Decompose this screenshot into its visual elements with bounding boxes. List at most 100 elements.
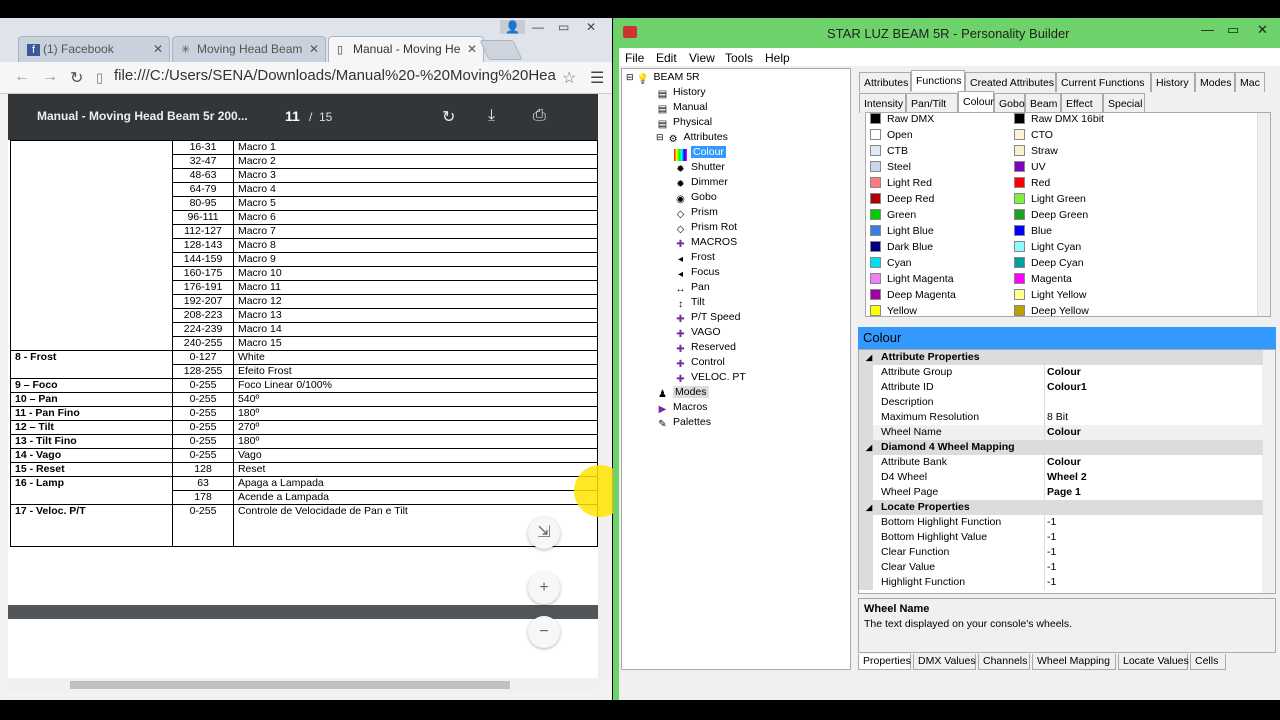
tab-functions[interactable]: Functions: [911, 70, 965, 91]
grid-scrollbar[interactable]: [1262, 350, 1275, 593]
property-value[interactable]: -1: [1047, 560, 1056, 575]
tab-attributes[interactable]: Attributes: [859, 72, 911, 92]
collapse-icon[interactable]: ◢: [866, 350, 872, 365]
tab-moving-head[interactable]: ✳ Moving Head Beam ✕: [172, 36, 326, 62]
tree-node-macros[interactable]: ▶ Macros: [656, 400, 708, 415]
tab-effect[interactable]: Effect: [1061, 93, 1103, 113]
reload-icon[interactable]: ↻: [70, 68, 83, 88]
tree-node-pan[interactable]: ↔ Pan: [674, 280, 710, 295]
tab-beam[interactable]: Beam: [1025, 93, 1061, 113]
tree-node-shutter[interactable]: ✹ Shutter: [674, 160, 725, 175]
maximize-icon[interactable]: ▭: [558, 20, 569, 34]
tree-node-focus[interactable]: ◂ Focus: [674, 265, 720, 280]
colour-item-raw-dmx-16bit[interactable]: Raw DMX 16bit: [1014, 113, 1104, 127]
tab-manual[interactable]: ▯ Manual - Moving He ✕: [328, 36, 484, 62]
tab-gobo[interactable]: Gobo: [994, 93, 1025, 113]
tree-node-veloc-pt[interactable]: ✚ VELOC. PT: [674, 370, 746, 385]
page-number-input[interactable]: 11: [285, 108, 300, 124]
property-row[interactable]: Bottom Highlight Function -1: [859, 515, 1263, 530]
colour-item-cyan[interactable]: Cyan: [870, 255, 912, 271]
tab-history[interactable]: History: [1151, 72, 1195, 92]
property-row[interactable]: Description: [859, 395, 1263, 410]
tree-node-physical[interactable]: ▤ Physical: [656, 115, 712, 130]
colour-item-deep-red[interactable]: Deep Red: [870, 191, 934, 207]
colour-item-magenta[interactable]: Magenta: [1014, 271, 1072, 287]
colour-item-red[interactable]: Red: [1014, 175, 1050, 191]
colour-item-light-green[interactable]: Light Green: [1014, 191, 1086, 207]
tree-node-colour[interactable]: ▦Colour: [674, 145, 726, 161]
minimize-icon[interactable]: —: [532, 20, 544, 34]
close-window-icon[interactable]: ✕: [586, 20, 596, 34]
tree-node-reserved[interactable]: ✚ Reserved: [674, 340, 736, 355]
expander-icon[interactable]: ⊟: [656, 132, 664, 142]
tab-cells[interactable]: Cells: [1190, 654, 1226, 670]
tree-node-frost[interactable]: ◂ Frost: [674, 250, 715, 265]
forward-icon[interactable]: →: [42, 68, 58, 86]
tab-current-functions[interactable]: Current Functions: [1056, 72, 1151, 92]
collapse-icon[interactable]: ◢: [866, 440, 872, 455]
tree-node-vago[interactable]: ✚ VAGO: [674, 325, 720, 340]
colour-item-light-red[interactable]: Light Red: [870, 175, 932, 191]
property-value[interactable]: 8 Bit: [1047, 410, 1068, 425]
minimize-icon[interactable]: —: [1201, 22, 1214, 37]
tab-mac[interactable]: Mac: [1235, 72, 1265, 92]
user-icon[interactable]: 👤: [500, 20, 525, 34]
colour-item-yellow[interactable]: Yellow: [870, 303, 917, 316]
property-value[interactable]: Colour1: [1047, 380, 1087, 395]
colour-item-ctb[interactable]: CTB: [870, 143, 908, 159]
property-value[interactable]: -1: [1047, 545, 1056, 560]
tab-pan-tilt[interactable]: Pan/Tilt: [906, 93, 958, 113]
zoom-out-button[interactable]: −: [528, 616, 560, 648]
menu-tools[interactable]: Tools: [725, 51, 753, 65]
property-row[interactable]: Attribute Bank Colour: [859, 455, 1263, 470]
download-icon[interactable]: ⤓: [488, 107, 495, 125]
tree-node-macros[interactable]: ✚ MACROS: [674, 235, 737, 250]
property-row[interactable]: Clear Function -1: [859, 545, 1263, 560]
tab-facebook[interactable]: f (1) Facebook ✕: [18, 36, 170, 62]
tree-node-prism-rot[interactable]: ◇ Prism Rot: [674, 220, 737, 235]
rotate-icon[interactable]: ↻: [442, 107, 455, 127]
tab-created-attributes[interactable]: Created Attributes: [965, 72, 1056, 92]
tree-node-manual[interactable]: ▤ Manual: [656, 100, 708, 115]
address-bar[interactable]: file:///C:/Users/SENA/Downloads/Manual%2…: [114, 67, 584, 89]
close-icon[interactable]: ✕: [467, 42, 477, 56]
colour-item-green[interactable]: Green: [870, 207, 916, 223]
colour-item-cto[interactable]: CTO: [1014, 127, 1053, 143]
property-category[interactable]: ◢ Diamond 4 Wheel Mapping: [859, 440, 1263, 455]
tab-special[interactable]: Special: [1103, 93, 1145, 113]
property-value[interactable]: Colour: [1047, 425, 1081, 440]
menu-icon[interactable]: ☰: [590, 68, 604, 88]
tab-modes[interactable]: Modes: [1195, 72, 1235, 92]
list-scrollbar[interactable]: [1257, 113, 1270, 316]
property-category[interactable]: ◢ Locate Properties: [859, 500, 1263, 515]
property-value[interactable]: Page 1: [1047, 485, 1081, 500]
property-row[interactable]: Wheel Page Page 1: [859, 485, 1263, 500]
property-row[interactable]: Bottom Highlight Value -1: [859, 530, 1263, 545]
tree-node-dimmer[interactable]: ✹ Dimmer: [674, 175, 727, 190]
property-value[interactable]: Colour: [1047, 365, 1081, 380]
tree-node-control[interactable]: ✚ Control: [674, 355, 725, 370]
property-row[interactable]: Attribute Group Colour: [859, 365, 1263, 380]
property-row[interactable]: D4 Wheel Wheel 2: [859, 470, 1263, 485]
colour-item-blue[interactable]: Blue: [1014, 223, 1052, 239]
menu-file[interactable]: File: [625, 51, 644, 65]
tree-node-palettes[interactable]: ✎ Palettes: [656, 415, 711, 430]
property-value[interactable]: Wheel 2: [1047, 470, 1087, 485]
scroll-thumb[interactable]: [70, 681, 510, 689]
tab-intensity[interactable]: Intensity: [859, 93, 906, 113]
colour-item-open[interactable]: Open: [870, 127, 913, 143]
colour-item-straw[interactable]: Straw: [1014, 143, 1058, 159]
property-value[interactable]: -1: [1047, 515, 1056, 530]
property-row[interactable]: Attribute ID Colour1: [859, 380, 1263, 395]
vertical-scrollbar[interactable]: [598, 94, 612, 678]
colour-item-light-magenta[interactable]: Light Magenta: [870, 271, 954, 287]
property-category[interactable]: ◢ Attribute Properties: [859, 350, 1263, 365]
tree-node-attributes[interactable]: ⊟ ⚙ Attributes: [656, 130, 728, 145]
fit-page-button[interactable]: ⇲: [528, 517, 560, 549]
bookmark-star-icon[interactable]: ☆: [562, 68, 576, 88]
colour-item-light-yellow[interactable]: Light Yellow: [1014, 287, 1086, 303]
colour-item-uv[interactable]: UV: [1014, 159, 1046, 175]
menu-help[interactable]: Help: [765, 51, 790, 65]
property-row[interactable]: Maximum Resolution 8 Bit: [859, 410, 1263, 425]
colour-item-deep-yellow[interactable]: Deep Yellow: [1014, 303, 1089, 316]
